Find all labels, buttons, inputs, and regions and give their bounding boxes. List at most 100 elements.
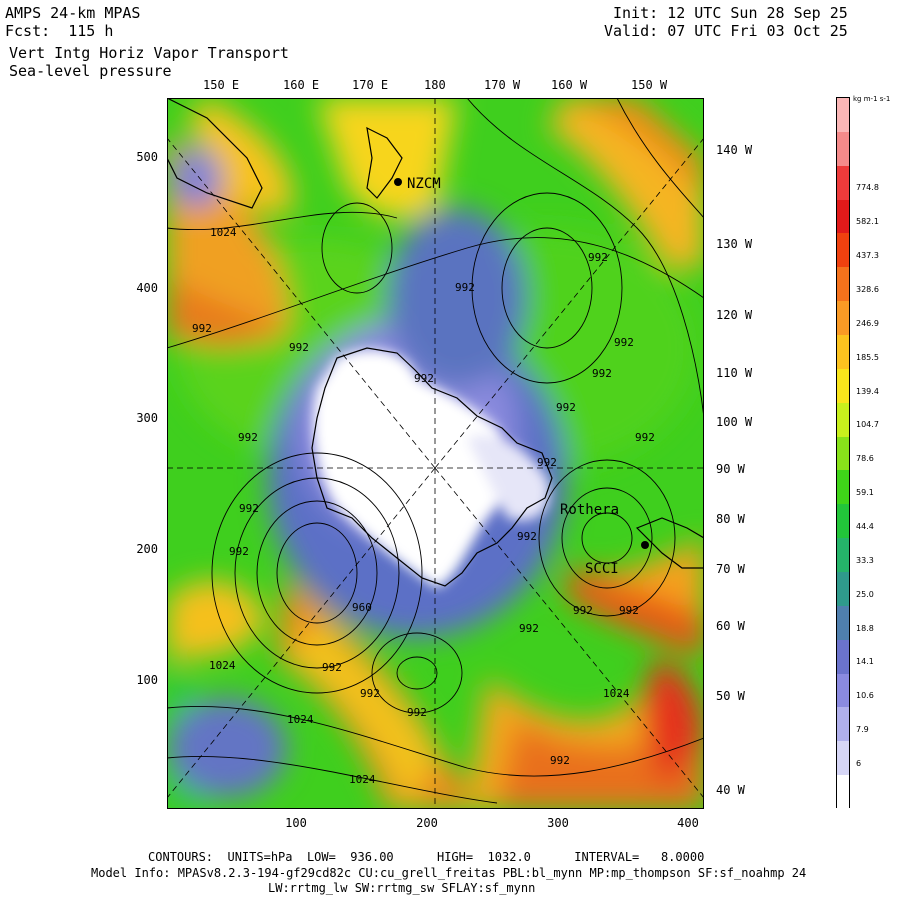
y-axis-tick: 500: [136, 150, 158, 164]
isobar-label: 992: [556, 401, 576, 414]
colorbar-tick-label: 25.0: [856, 589, 874, 599]
colorbar-segment: [837, 267, 849, 302]
lon-label-top: 150 W: [631, 78, 668, 92]
lon-label-right: 110 W: [716, 366, 753, 380]
lon-label-right: 130 W: [716, 237, 753, 251]
colorbar-segment: [837, 775, 849, 810]
colorbar-segment: [837, 707, 849, 742]
isobar-label: 1024: [349, 773, 376, 786]
y-axis-tick: 300: [136, 411, 158, 425]
isobar-label: 992: [517, 530, 537, 543]
colorbar-units: kg m-1 s-1: [853, 95, 891, 103]
colorbar-tick-label: 774.8: [856, 183, 879, 193]
colorbar-tick-label: 139.4: [856, 386, 879, 396]
colorbar-segment: [837, 741, 849, 776]
valid-time: Valid: 07 UTC Fri 03 Oct 25: [604, 22, 848, 40]
colorbar-tick-label: 6: [856, 758, 862, 768]
isobar-label: 992: [550, 754, 570, 767]
lon-label-top: 170 E: [352, 78, 389, 92]
lon-label-right: 60 W: [716, 619, 745, 633]
isobar-label: 992: [519, 622, 539, 635]
station-label: SCCI: [585, 561, 619, 577]
isobar-label: 992: [619, 604, 639, 617]
colorbar-tick-label: 14.1: [856, 657, 874, 667]
model-info: Model Info: MPASv8.2.3-194-gf29cd82c CU:…: [91, 866, 807, 880]
colorbar-segment: [837, 368, 849, 404]
colorbar-tick-label: 246.9: [856, 318, 879, 328]
lon-label-right: 40 W: [716, 783, 745, 797]
lon-label-top: 160 E: [283, 78, 320, 92]
isobar-label: 992: [592, 367, 612, 380]
x-axis-tick: 100: [285, 816, 307, 830]
colorbar-tick-label: 10.6: [856, 691, 874, 701]
lon-label-top: 180: [424, 78, 446, 92]
colorbar-tick-label: 78.6: [856, 454, 874, 464]
isobar-label: 992: [573, 604, 593, 617]
colorbar-tick-label: 582.1: [856, 217, 879, 227]
isobar-label: 992: [192, 322, 212, 335]
x-axis-tick: 300: [547, 816, 569, 830]
isobar-label: 1024: [209, 659, 236, 672]
colorbar-segment: [837, 504, 849, 539]
lon-label-right: 100 W: [716, 415, 753, 429]
station-label: Rothera: [560, 502, 619, 518]
colorbar-segment: [837, 402, 849, 438]
colorbar-tick-label: 104.7: [856, 420, 879, 430]
colorbar-tick-label: 328.6: [856, 284, 879, 294]
colorbar-tick-label: 185.5: [856, 352, 879, 362]
init-time: Init: 12 UTC Sun 28 Sep 25: [613, 4, 848, 22]
contour-field-title: Sea-level pressure: [9, 62, 172, 80]
colorbar-segment: [837, 335, 849, 370]
colorbar-tick-label: 33.3: [856, 555, 874, 565]
isobar-label: 992: [407, 706, 427, 719]
colorbar-segment: [837, 436, 849, 471]
colorbar-tick-label: 18.8: [856, 623, 874, 633]
field-title: Vert Intg Horiz Vapor Transport: [9, 44, 289, 62]
isobar-label: 992: [289, 341, 309, 354]
colorbar-segment: [837, 538, 849, 573]
colorbar-tick-label: 7.9: [856, 725, 869, 735]
colorbar-tick-label: 437.3: [856, 251, 879, 261]
colorbar-segment: [837, 605, 849, 641]
forecast-hour: Fcst: 115 h: [5, 22, 114, 40]
isobar-label: 992: [537, 456, 557, 469]
ivt-map: NZCM Rothera SCCI 1024 992 992 992 992 9…: [167, 98, 704, 809]
isobar-label: 992: [414, 372, 434, 385]
colorbar-tick-label: 44.4: [856, 521, 874, 531]
lon-label-right: 50 W: [716, 689, 745, 703]
colorbar-segment: [837, 131, 849, 167]
isobar-label: 992: [588, 251, 608, 264]
isobar-label: 1024: [210, 226, 237, 239]
y-axis-tick: 200: [136, 542, 158, 556]
lon-label-right: 80 W: [716, 512, 745, 526]
x-axis-tick: 400: [677, 816, 699, 830]
isobar-label: 992: [229, 545, 249, 558]
colorbar-segment: [837, 199, 849, 234]
colorbar-segment: [837, 301, 849, 336]
radiation-info: LW:rrtmg_lw SW:rrtmg_sw SFLAY:sf_mynn: [268, 881, 536, 895]
station-label: NZCM: [407, 176, 441, 192]
lon-label-right: 70 W: [716, 562, 745, 576]
y-axis-tick: 400: [136, 281, 158, 295]
lon-label-top: 170 W: [484, 78, 521, 92]
model-title: AMPS 24-km MPAS: [5, 4, 141, 22]
contour-info: CONTOURS: UNITS=hPa LOW= 936.00 HIGH= 10…: [148, 850, 705, 864]
colorbar-segment: [837, 98, 849, 133]
colorbar-segment: [837, 572, 849, 607]
isobar-label: 1024: [287, 713, 314, 726]
colorbar-segment: [837, 639, 849, 675]
colorbar-segment: [837, 673, 849, 708]
isobar-label: 992: [360, 687, 380, 700]
colorbar-segment: [837, 165, 849, 201]
colorbar: [836, 97, 850, 810]
colorbar-tick-label: 59.1: [856, 488, 874, 498]
isobar-label: 992: [322, 661, 342, 674]
isobar-label: 992: [614, 336, 634, 349]
colorbar-segment: [837, 470, 849, 505]
y-axis-tick: 100: [136, 673, 158, 687]
lon-label-top: 160 W: [551, 78, 588, 92]
lon-label-right: 90 W: [716, 462, 745, 476]
lon-label-right: 140 W: [716, 143, 753, 157]
isobar-label: 1024: [603, 687, 630, 700]
isobar-label: 992: [635, 431, 655, 444]
